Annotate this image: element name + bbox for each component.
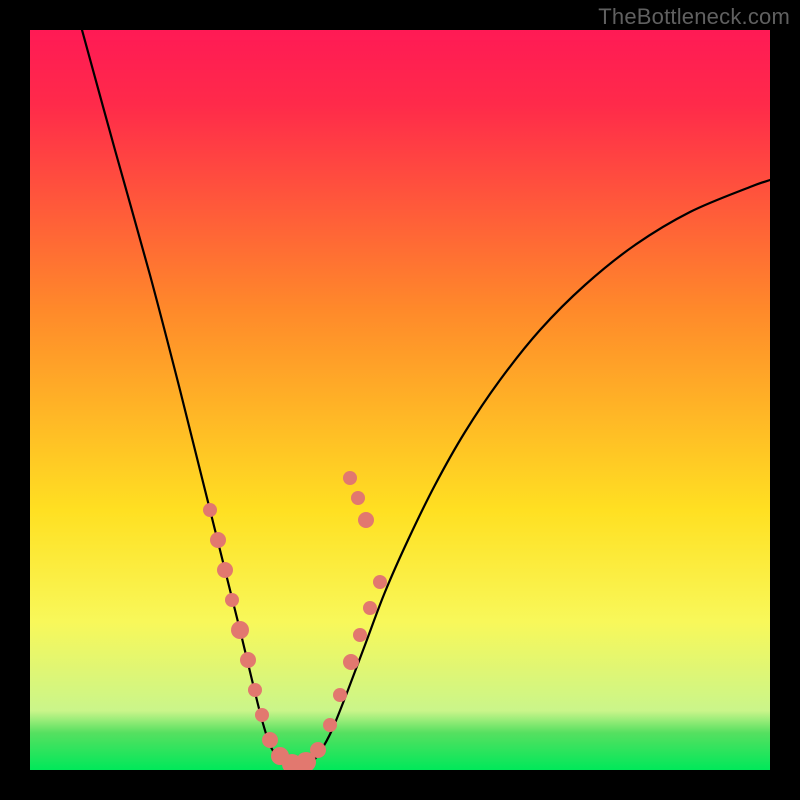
data-dot (323, 718, 337, 732)
data-dot (351, 491, 365, 505)
data-dot (262, 732, 278, 748)
curve-layer (30, 30, 770, 770)
data-dot (240, 652, 256, 668)
data-dots (203, 471, 387, 770)
data-dot (310, 742, 326, 758)
bottleneck-curve (82, 30, 770, 768)
data-dot (248, 683, 262, 697)
data-dot (225, 593, 239, 607)
chart-frame: TheBottleneck.com (0, 0, 800, 800)
data-dot (343, 471, 357, 485)
plot-area (30, 30, 770, 770)
data-dot (217, 562, 233, 578)
data-dot (343, 654, 359, 670)
data-dot (373, 575, 387, 589)
data-dot (231, 621, 249, 639)
data-dot (353, 628, 367, 642)
data-dot (358, 512, 374, 528)
watermark-text: TheBottleneck.com (598, 4, 790, 30)
data-dot (255, 708, 269, 722)
data-dot (333, 688, 347, 702)
data-dot (203, 503, 217, 517)
data-dot (363, 601, 377, 615)
data-dot (210, 532, 226, 548)
